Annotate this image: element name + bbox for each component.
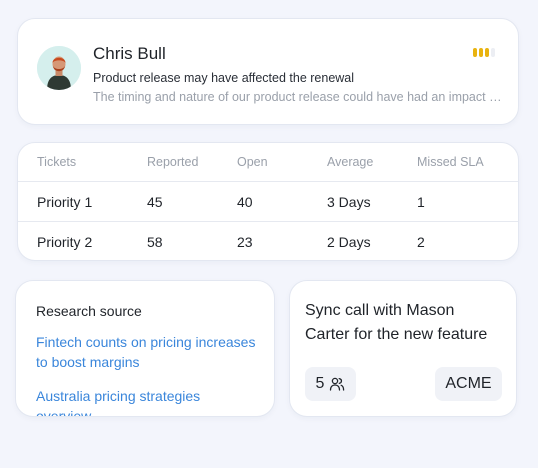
table-row[interactable]: Priority 2 58 23 2 Days 2: [18, 221, 518, 260]
research-source-title: Research source: [36, 303, 142, 319]
table-cell: 3 Days: [327, 194, 371, 210]
column-header: Reported: [147, 155, 199, 169]
table-cell: 58: [147, 234, 163, 250]
table-cell: 2: [417, 234, 425, 250]
tickets-table: Tickets Reported Open Average Missed SLA…: [17, 142, 519, 261]
people-icon: [330, 377, 345, 391]
signal-bar: [479, 48, 483, 57]
research-source-card: Research source Fintech counts on pricin…: [15, 280, 275, 417]
research-link[interactable]: Australia pricing strategies overview: [36, 386, 256, 416]
person-name: Chris Bull: [93, 44, 166, 63]
table-header-row: Tickets Reported Open Average Missed SLA: [18, 143, 518, 181]
table-cell: Priority 1: [37, 194, 93, 210]
research-link[interactable]: Fintech counts on pricing increases to b…: [36, 332, 256, 372]
meeting-title: Sync call with Mason Carter for the new …: [305, 299, 505, 347]
signal-bar: [491, 48, 495, 57]
note-body: The timing and nature of our product rel…: [93, 90, 503, 104]
signal-bar: [473, 48, 477, 57]
signal-strength-indicator: [473, 48, 495, 57]
signal-bar: [485, 48, 489, 57]
company-chip[interactable]: ACME: [435, 367, 502, 401]
column-header: Open: [237, 155, 268, 169]
table-row[interactable]: Priority 1 45 40 3 Days 1: [18, 181, 518, 221]
note-card[interactable]: Chris Bull Product release may have affe…: [17, 18, 519, 125]
meeting-title-line: Sync call with Mason: [305, 302, 455, 319]
table-cell: 2 Days: [327, 234, 371, 250]
note-title: Product release may have affected the re…: [93, 71, 355, 85]
meeting-title-line: Carter for the new feature: [305, 326, 488, 343]
table-cell: Priority 2: [37, 234, 93, 250]
avatar: [37, 46, 81, 90]
column-header: Average: [327, 155, 374, 169]
attendees-chip[interactable]: 5: [305, 367, 356, 401]
column-header: Tickets: [37, 155, 77, 169]
table-cell: 45: [147, 194, 163, 210]
column-header: Missed SLA: [417, 155, 484, 169]
avatar-photo: [37, 46, 81, 90]
meeting-card[interactable]: Sync call with Mason Carter for the new …: [289, 280, 517, 417]
table-cell: 1: [417, 194, 425, 210]
table-cell: 40: [237, 194, 253, 210]
table-cell: 23: [237, 234, 253, 250]
attendee-count: 5: [315, 375, 325, 392]
